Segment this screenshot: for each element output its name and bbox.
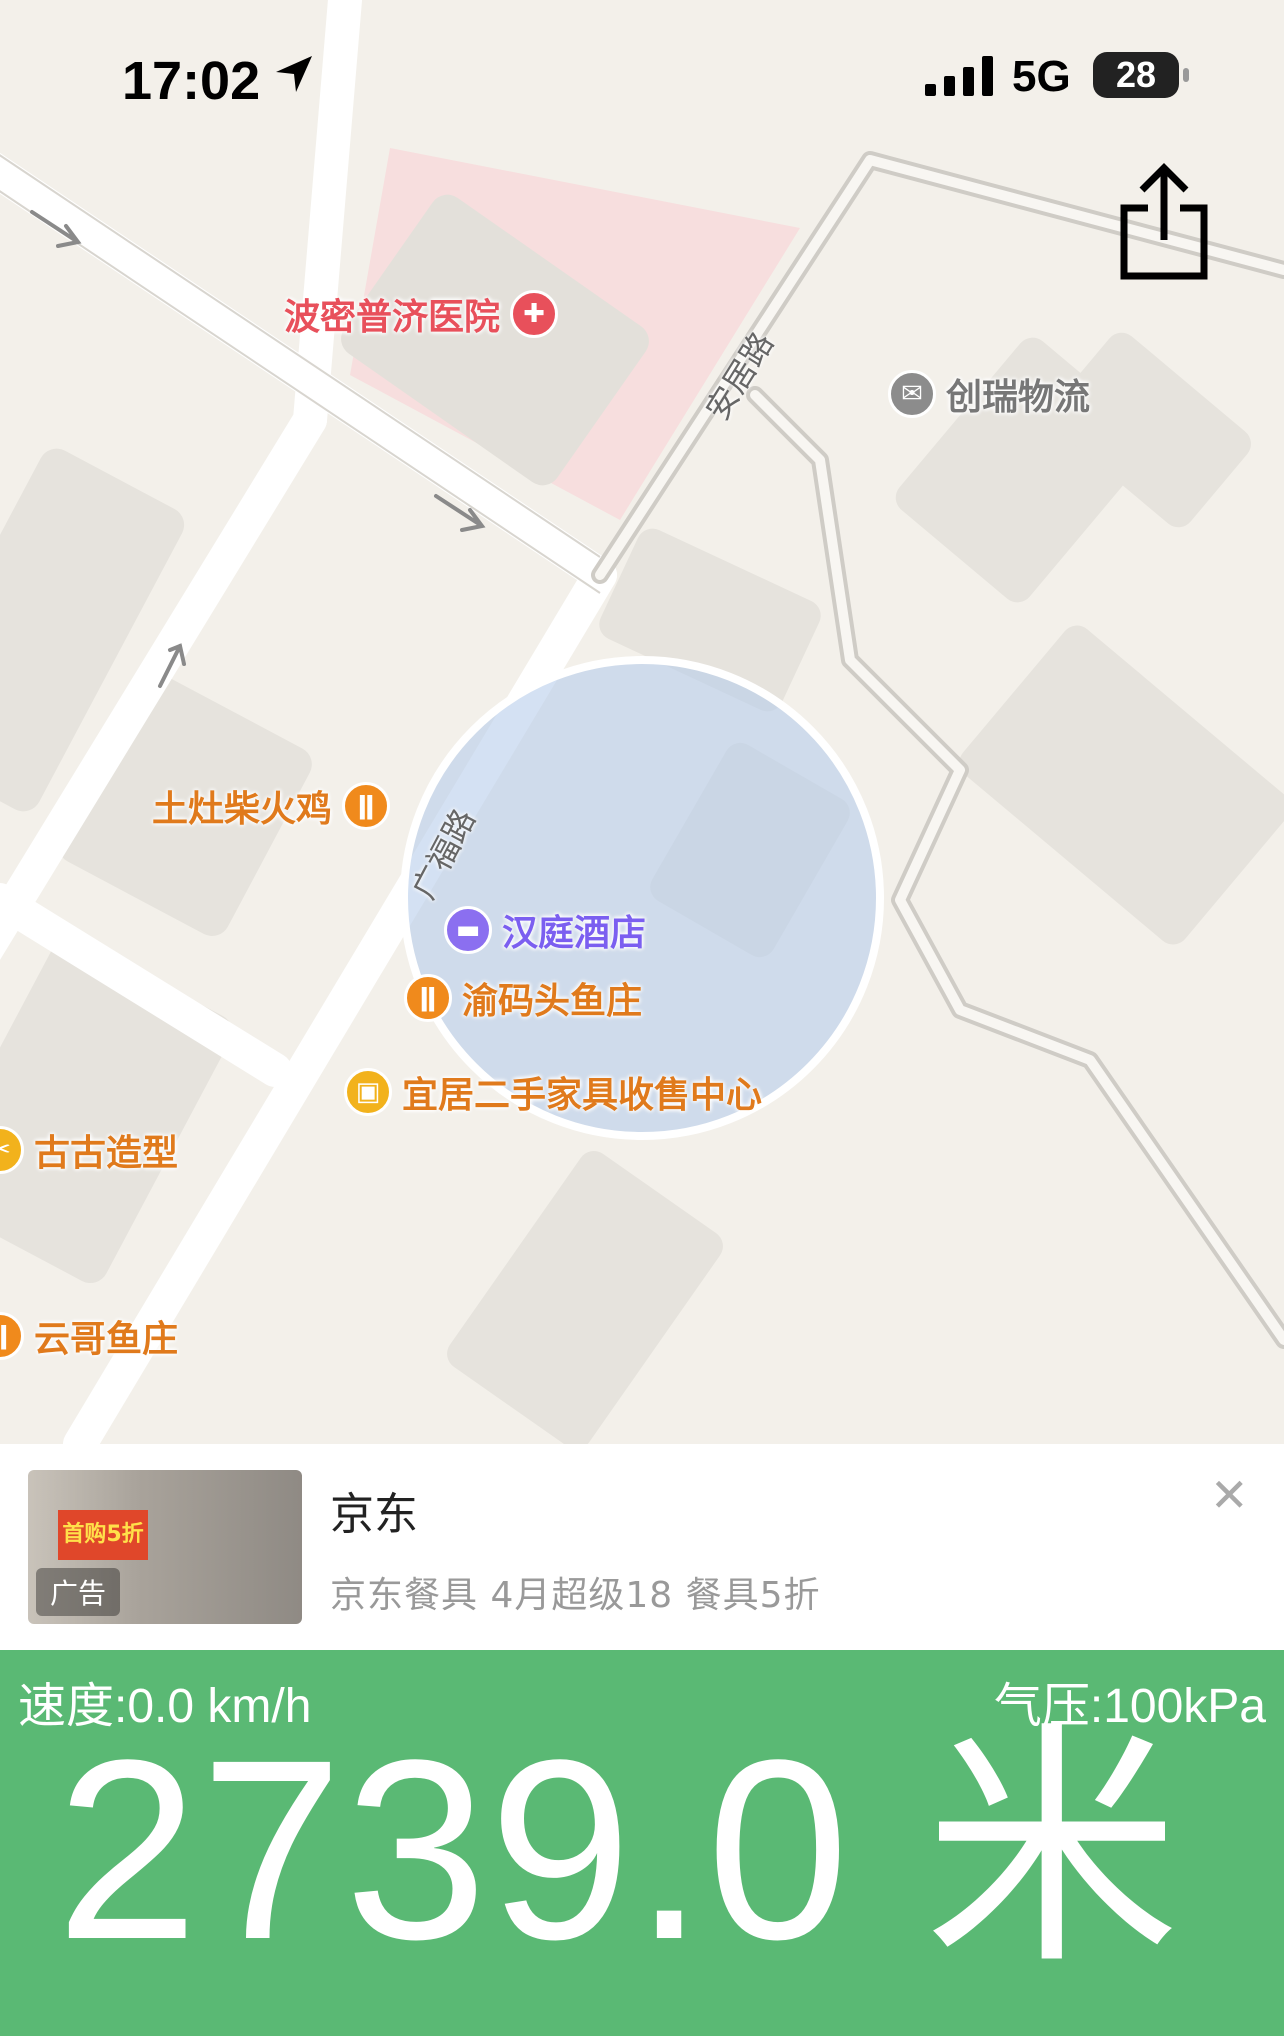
hospital-icon: ✚ bbox=[510, 290, 559, 338]
restaurant-icon: ǁ bbox=[0, 1312, 24, 1360]
share-icon[interactable] bbox=[1118, 162, 1210, 282]
ad-promo-tag: 首购5折 bbox=[58, 1510, 148, 1560]
poi-label: 云哥鱼庄 bbox=[34, 1319, 179, 1360]
cellular-signal-icon bbox=[925, 56, 993, 96]
ad-thumbnail[interactable]: 首购5折 广告 bbox=[28, 1470, 302, 1624]
poi-fish-village[interactable]: ǁ 云哥鱼庄 bbox=[0, 1310, 178, 1362]
ad-title[interactable]: 京东 bbox=[330, 1478, 418, 1542]
location-arrow-icon bbox=[276, 56, 312, 92]
poi-label: 古古造型 bbox=[34, 1133, 179, 1174]
poi-label: 汉庭酒店 bbox=[502, 913, 647, 954]
poi-label: 波密普济医院 bbox=[284, 297, 501, 338]
poi-label: 创瑞物流 bbox=[946, 377, 1091, 418]
hotel-icon: ▬ bbox=[444, 906, 492, 954]
poi-fish-restaurant[interactable]: ǁ 渝码头鱼庄 bbox=[404, 972, 642, 1024]
poi-hospital[interactable]: 波密普济医院 ✚ bbox=[284, 288, 559, 340]
scissors-icon: ✂ bbox=[0, 1126, 24, 1174]
altitude-panel: 速度:0.0 km/h 气压:100kPa 2739.0 米 bbox=[0, 1650, 1284, 2036]
poi-salon[interactable]: ✂ 古古造型 bbox=[0, 1124, 178, 1176]
poi-hotel[interactable]: ▬ 汉庭酒店 bbox=[444, 904, 646, 956]
restaurant-icon: ǁ bbox=[404, 974, 452, 1022]
ad-description[interactable]: 京东餐具 4月超级18 餐具5折 bbox=[330, 1566, 821, 1618]
ad-banner[interactable]: 首购5折 广告 京东 京东餐具 4月超级18 餐具5折 ✕ bbox=[0, 1444, 1284, 1650]
poi-label: 渝码头鱼庄 bbox=[462, 981, 643, 1022]
close-icon[interactable]: ✕ bbox=[1210, 1472, 1249, 1518]
status-bar: 17:02 5G 28 bbox=[0, 0, 1284, 150]
poi-label: 土灶柴火鸡 bbox=[152, 789, 333, 830]
battery-level: 28 bbox=[1115, 54, 1157, 95]
map-base bbox=[0, 0, 1284, 1444]
restaurant-icon: ǁ bbox=[342, 782, 391, 830]
battery-icon: 28 bbox=[1093, 52, 1189, 98]
altitude-readout: 2739.0 米 bbox=[56, 1707, 1183, 1993]
poi-label: 宜居二手家具收售中心 bbox=[402, 1075, 763, 1116]
status-time: 17:02 bbox=[122, 51, 261, 111]
mail-icon: ✉ bbox=[888, 370, 936, 418]
poi-chicken-restaurant[interactable]: 土灶柴火鸡 ǁ bbox=[152, 780, 391, 832]
map-view[interactable]: 安居路 广福路 波密普济医院 ✚ ✉ 创瑞物流 土灶柴火鸡 ǁ ▬ 汉庭酒店 ǁ… bbox=[0, 0, 1284, 1444]
poi-logistics[interactable]: ✉ 创瑞物流 bbox=[888, 368, 1090, 420]
shopping-icon: ▣ bbox=[344, 1068, 392, 1116]
ad-badge: 广告 bbox=[36, 1568, 121, 1616]
poi-furniture-store[interactable]: ▣ 宜居二手家具收售中心 bbox=[344, 1066, 762, 1118]
network-type: 5G bbox=[1012, 52, 1071, 101]
